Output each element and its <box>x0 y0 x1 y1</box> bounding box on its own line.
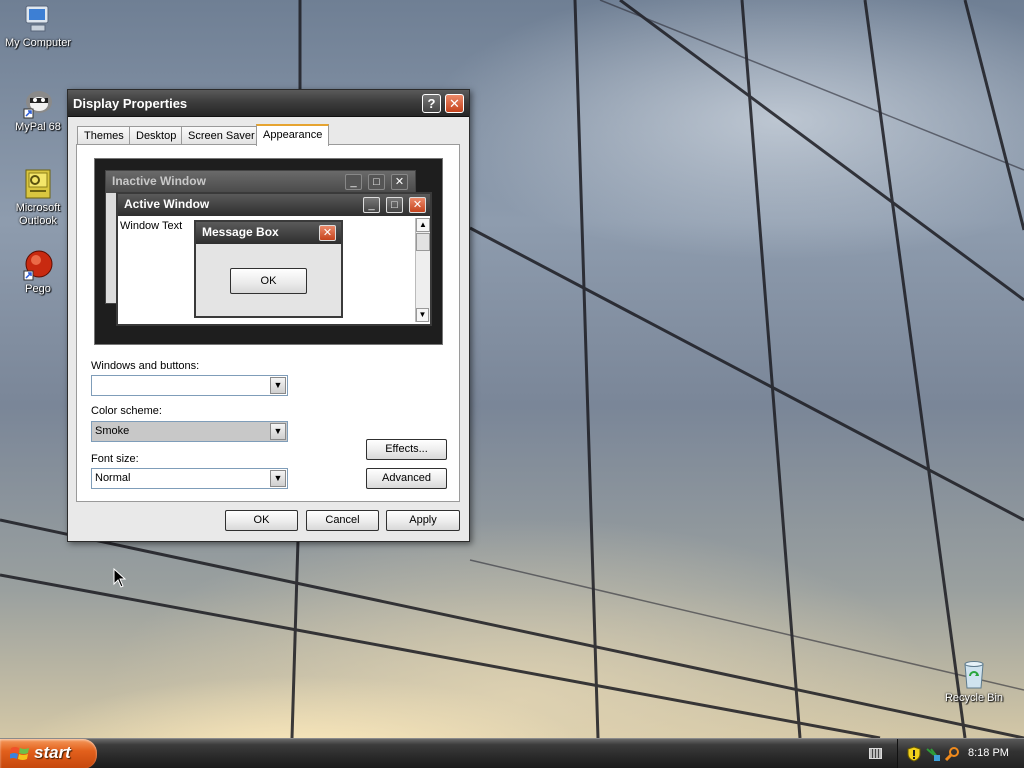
close-icon: ✕ <box>409 197 426 213</box>
windows-buttons-label: Windows and buttons: <box>91 360 200 372</box>
my-computer-icon <box>25 5 49 32</box>
preview-active-title: Active Window <box>124 197 210 211</box>
preview-ok-button: OK <box>230 268 307 294</box>
tab-themes[interactable]: Themes <box>77 126 131 145</box>
cancel-button[interactable]: Cancel <box>306 510 379 531</box>
mypal-browser-icon <box>23 91 52 119</box>
apply-button[interactable]: Apply <box>386 510 460 531</box>
font-size-select[interactable]: Normal ▼ <box>91 468 288 489</box>
windows-logo-icon <box>10 747 29 760</box>
effects-button[interactable]: Effects... <box>366 439 447 460</box>
preview-ok-label: OK <box>260 275 277 287</box>
tab-appearance[interactable]: Appearance <box>256 124 330 146</box>
desktop-icon-label: Outlook <box>19 215 57 227</box>
system-tray: 8:18 PM <box>897 739 1024 768</box>
desktop-icon-label: MyPal 68 <box>15 121 61 133</box>
ok-button[interactable]: OK <box>225 510 298 531</box>
desktop-icon-outlook[interactable]: Microsoft Outlook <box>0 168 76 228</box>
keyboard-icon[interactable] <box>869 748 882 759</box>
display-properties-window: Display Properties ? ✕ Themes Desktop Sc… <box>67 89 470 542</box>
tab-desktop[interactable]: Desktop <box>129 126 184 145</box>
close-icon: ✕ <box>319 225 336 241</box>
close-icon: ✕ <box>391 174 408 190</box>
network-icon[interactable] <box>925 746 941 762</box>
shield-icon[interactable] <box>907 746 921 762</box>
scroll-up-icon: ▲ <box>416 218 430 232</box>
tab-label: Desktop <box>136 130 177 142</box>
desktop-icon-label: Recycle Bin <box>944 692 1004 704</box>
font-size-label: Font size: <box>91 453 139 465</box>
close-button[interactable]: ✕ <box>445 94 464 113</box>
mouse-cursor-icon <box>113 568 127 588</box>
maximize-icon: □ <box>386 197 403 213</box>
advanced-label: Advanced <box>382 472 431 484</box>
window-title-bar[interactable]: Display Properties ? ✕ <box>68 90 469 117</box>
preview-scrollbar: ▲ ▼ <box>415 218 430 322</box>
tab-label: Screen Saver <box>188 130 255 142</box>
recycle-bin-icon <box>964 661 984 689</box>
close-icon: ✕ <box>449 96 460 111</box>
desktop-icon-pego[interactable]: Pego <box>0 249 76 296</box>
preview-message-title: Message Box <box>202 225 279 239</box>
desktop-icon-label: Pego <box>25 283 51 295</box>
windows-buttons-select[interactable]: ▼ <box>91 375 288 396</box>
color-scheme-select[interactable]: Smoke ▼ <box>91 421 288 442</box>
scroll-down-icon: ▼ <box>416 308 429 322</box>
ok-label: OK <box>253 514 270 526</box>
help-button[interactable]: ? <box>422 94 441 113</box>
help-icon: ? <box>427 96 436 111</box>
font-size-value: Normal <box>95 472 131 484</box>
appearance-panel: Inactive Window _ □ ✕ Active Window _ □ … <box>76 144 460 502</box>
clock[interactable]: 8:18 PM <box>968 747 1009 759</box>
preview-message-box: Message Box ✕ OK <box>194 220 343 318</box>
tab-screen-saver[interactable]: Screen Saver <box>181 126 262 145</box>
pego-icon <box>23 250 53 281</box>
desktop-icon-label: Microsoft <box>15 202 61 214</box>
start-button[interactable]: start <box>0 739 97 768</box>
preview-active-title-bar: Active Window <box>118 194 430 216</box>
apply-label: Apply <box>409 514 437 526</box>
start-label: start <box>34 743 71 762</box>
tab-label: Appearance <box>263 129 323 141</box>
appearance-preview: Inactive Window _ □ ✕ Active Window _ □ … <box>94 158 443 345</box>
desktop-icon-recycle-bin[interactable]: Recycle Bin <box>936 658 1012 705</box>
search-icon[interactable] <box>944 746 960 762</box>
cancel-label: Cancel <box>325 514 360 526</box>
preview-window-text: Window Text <box>120 220 183 232</box>
desktop-icon-mypal[interactable]: MyPal 68 <box>0 87 76 134</box>
taskbar: start 8:18 PM <box>0 738 1024 768</box>
desktop-icon-my-computer[interactable]: My Computer <box>0 3 76 50</box>
preview-inactive-title: Inactive Window <box>112 174 206 188</box>
tab-label: Themes <box>84 130 124 142</box>
chevron-down-icon: ▼ <box>270 470 286 487</box>
scroll-thumb <box>416 233 430 251</box>
window-title: Display Properties <box>73 96 188 111</box>
desktop-icon-label: My Computer <box>4 37 72 49</box>
minimize-icon: _ <box>345 174 362 190</box>
color-scheme-value: Smoke <box>95 425 130 437</box>
effects-label: Effects... <box>385 443 428 455</box>
chevron-down-icon: ▼ <box>270 423 286 440</box>
maximize-icon: □ <box>368 174 385 190</box>
advanced-button[interactable]: Advanced <box>366 468 447 489</box>
color-scheme-label: Color scheme: <box>91 405 162 417</box>
chevron-down-icon: ▼ <box>270 377 286 394</box>
minimize-icon: _ <box>363 197 380 213</box>
outlook-icon <box>25 169 51 199</box>
